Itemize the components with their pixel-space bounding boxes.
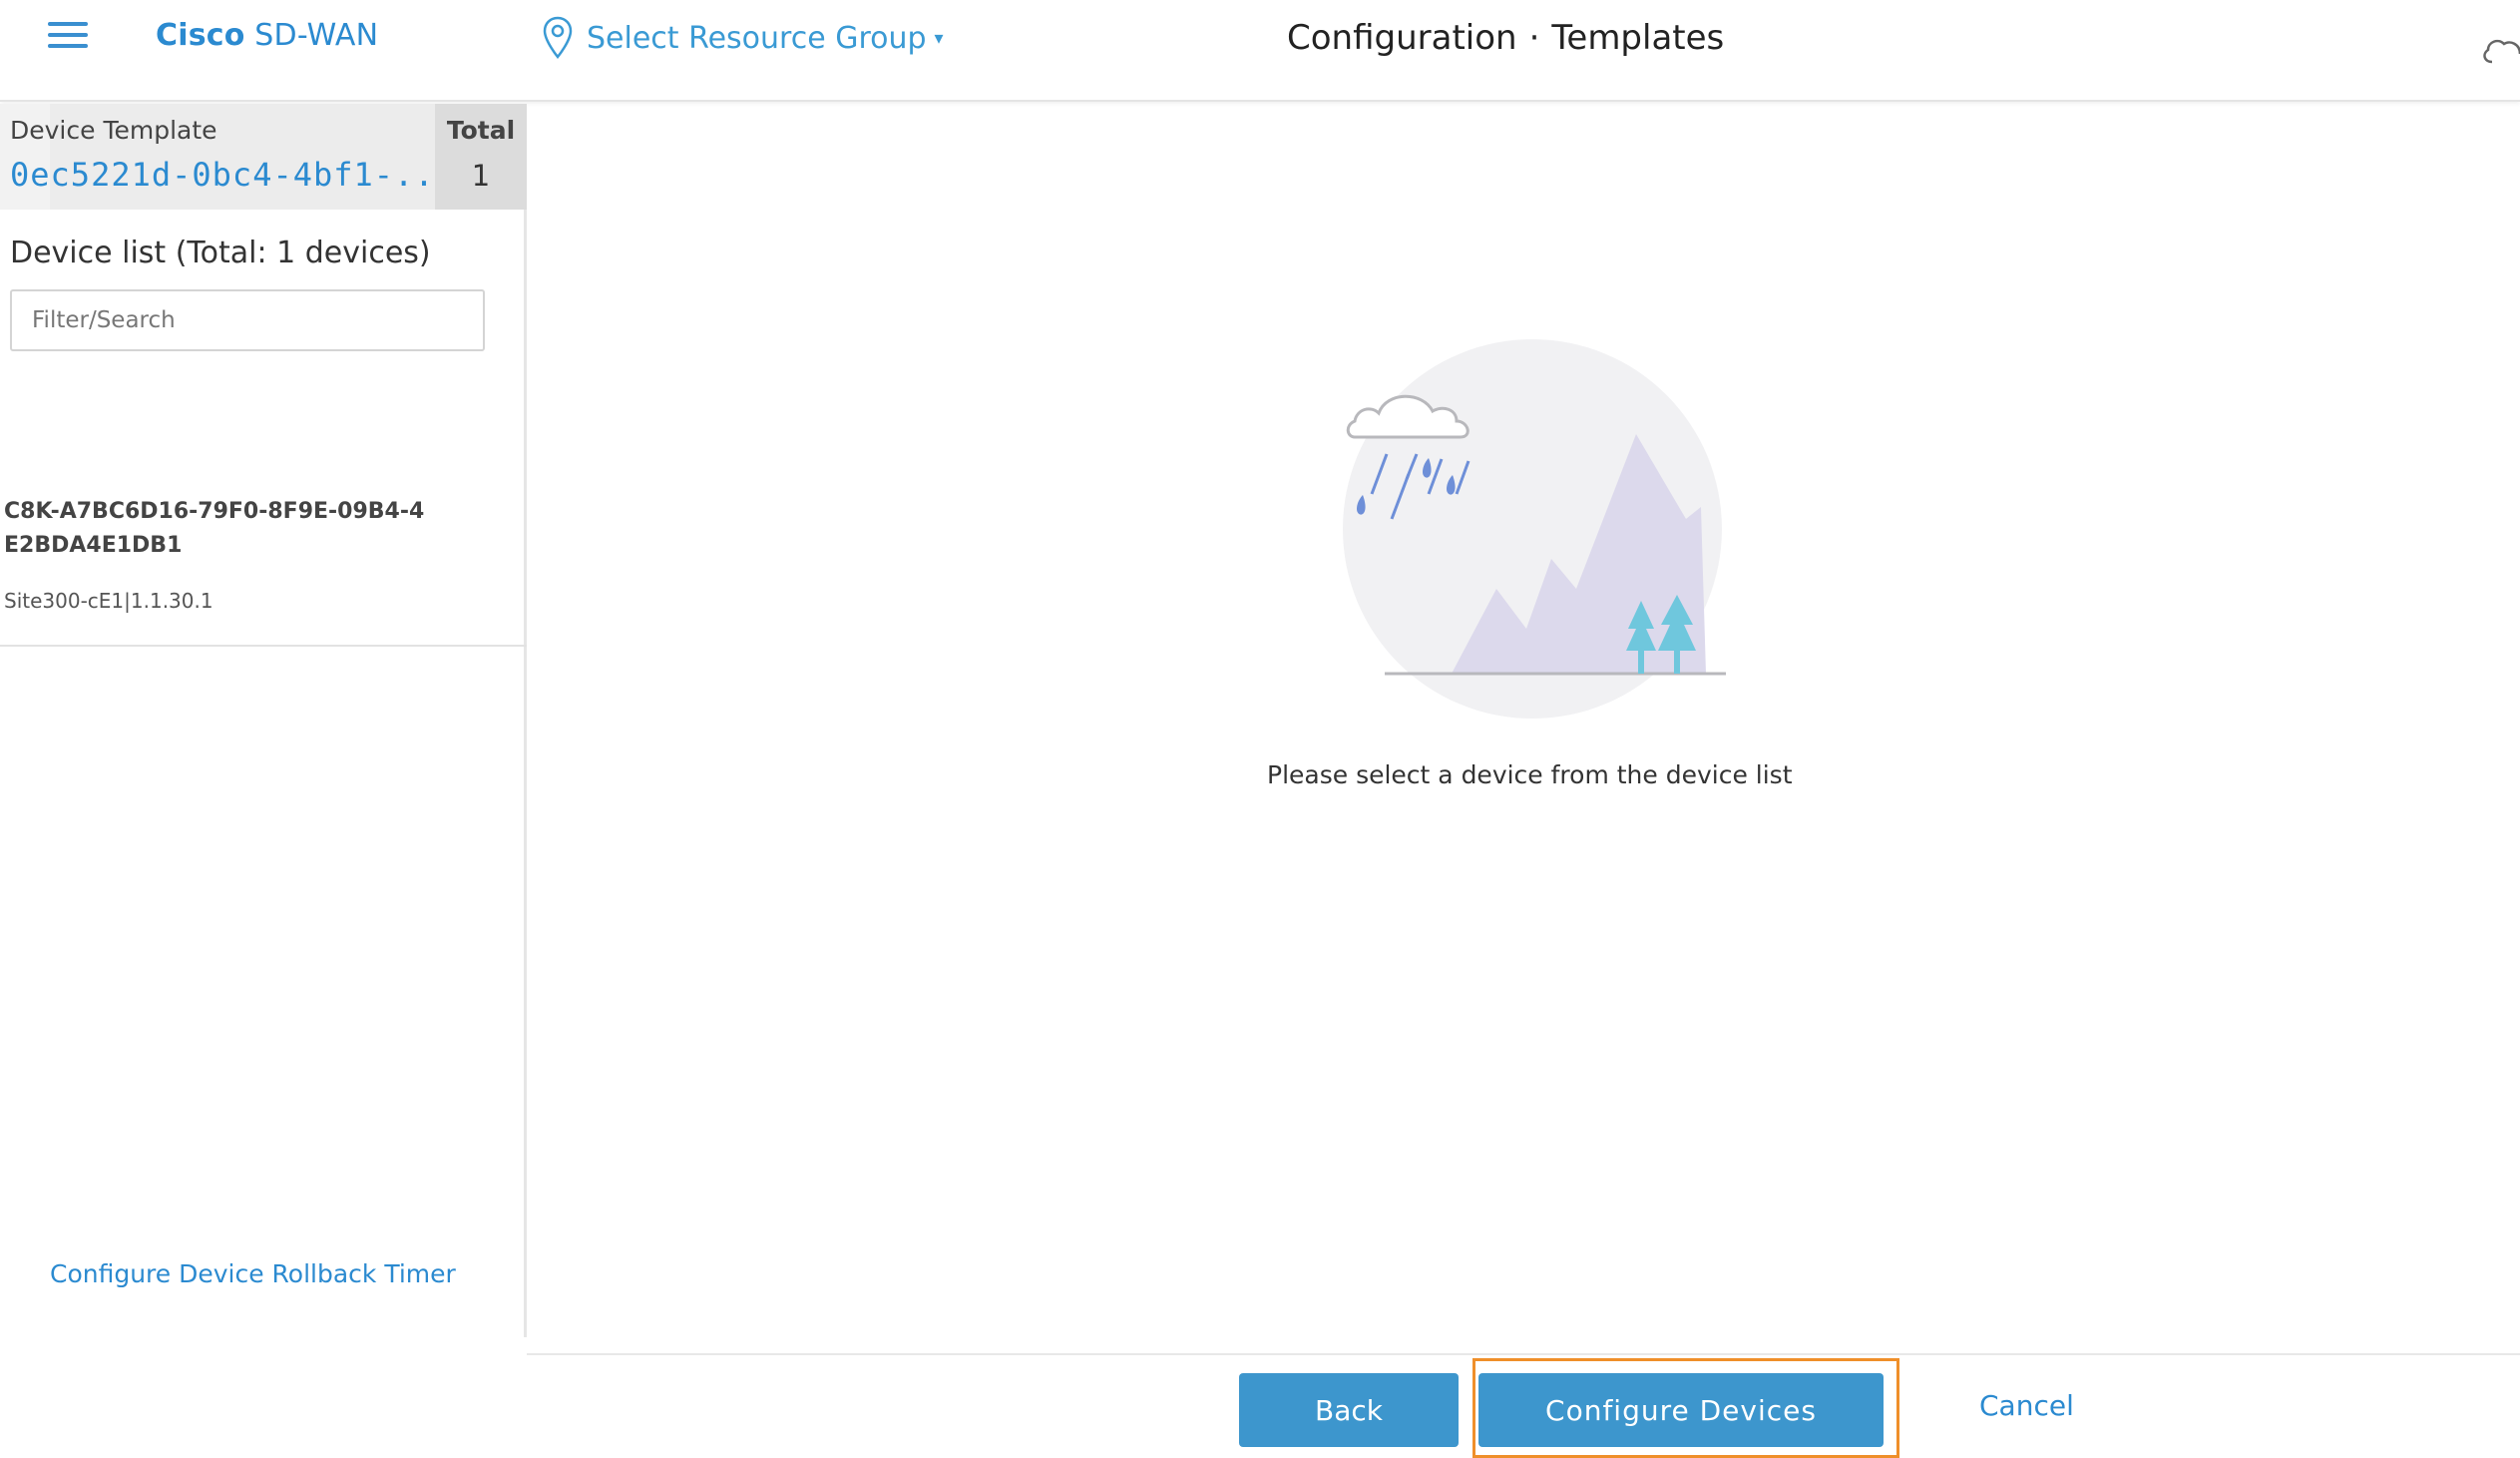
brand-product: SD-WAN (244, 18, 379, 53)
footer-actions: Back Configure Devices Cancel (527, 1353, 2520, 1458)
hamburger-menu-icon[interactable] (48, 22, 88, 52)
cloud-icon[interactable] (2480, 20, 2520, 66)
configure-rollback-timer-link[interactable]: Configure Device Rollback Timer (50, 1259, 456, 1288)
total-column: Total 1 (435, 104, 527, 210)
empty-state-illustration (1343, 339, 1726, 719)
total-label: Total (446, 116, 516, 145)
device-site-ip: Site300-cE1|1.1.30.1 (4, 589, 213, 613)
configure-devices-button[interactable]: Configure Devices (1478, 1373, 1884, 1447)
device-template-id[interactable]: 0ec5221d-0bc4-4bf1-... (10, 156, 455, 194)
brand-name: Cisco (156, 18, 245, 53)
device-name: C8K-A7BC6D16-79F0-8F9E-09B4-4E2BDA4E1DB1 (4, 499, 425, 558)
app-brand: Cisco SD-WAN (156, 18, 378, 53)
page-title-page: Templates (1551, 18, 1725, 58)
chevron-down-icon: ▾ (934, 27, 944, 49)
select-resource-group-dropdown[interactable]: Select Resource Group ▾ (543, 16, 944, 60)
filter-search-input[interactable] (10, 289, 485, 351)
page-title-separator: · (1528, 18, 1540, 58)
device-list-panel: Device Template 0ec5221d-0bc4-4bf1-... T… (0, 104, 527, 1337)
device-template-label: Device Template (10, 116, 217, 145)
device-list-title: Device list (Total: 1 devices) (10, 236, 431, 270)
location-pin-icon (543, 16, 573, 59)
resource-group-label: Select Resource Group (587, 20, 927, 56)
page-title: Configuration · Templates (1287, 18, 1724, 58)
page-title-section: Configuration (1287, 18, 1517, 58)
device-template-header: Device Template 0ec5221d-0bc4-4bf1-... T… (0, 104, 527, 210)
back-button[interactable]: Back (1239, 1373, 1459, 1447)
empty-state-message: Please select a device from the device l… (1267, 760, 1793, 789)
cancel-button[interactable]: Cancel (1979, 1389, 2074, 1422)
top-header: Cisco SD-WAN Select Resource Group ▾ Con… (0, 0, 2520, 102)
total-count: 1 (471, 159, 491, 193)
device-list-item[interactable]: C8K-A7BC6D16-79F0-8F9E-09B4-4E2BDA4E1DB1… (0, 495, 527, 647)
